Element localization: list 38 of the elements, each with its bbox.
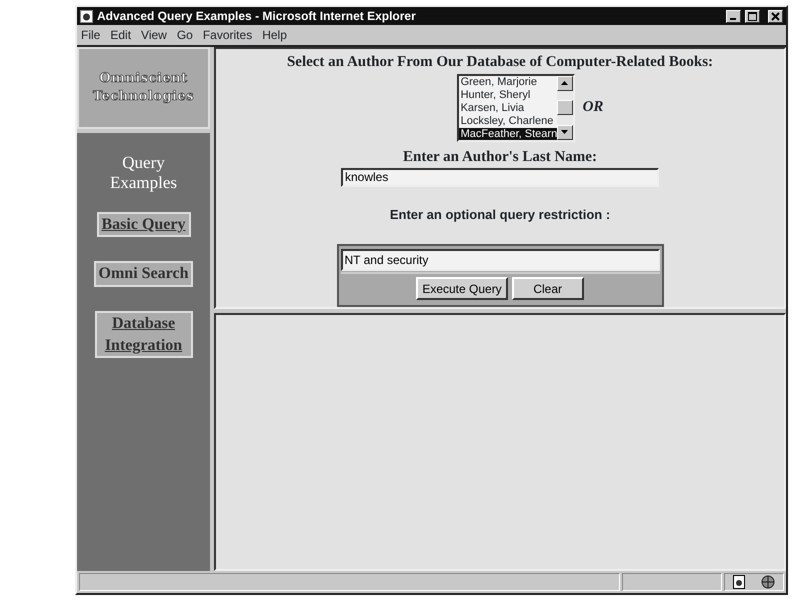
author-prompt: Select an Author From Our Database of Computer-Related Books:: [286, 53, 714, 72]
close-button[interactable]: [768, 10, 783, 22]
menu-item[interactable]: Favorites: [202, 26, 252, 44]
list-option[interactable]: Green, Marjorie: [458, 76, 557, 88]
minimize-icon: [730, 18, 736, 20]
execute-button[interactable]: Execute Query: [416, 277, 508, 300]
menu-item[interactable]: Help: [262, 26, 287, 44]
last-name-label: Enter an Author's Last Name:: [403, 148, 597, 166]
page-icon: [732, 575, 744, 589]
author-listbox[interactable]: Green, Marjorie Hunter, Sheryl Karsen, Livia Locksley, Charlene MacFeather, Stearn: [456, 74, 575, 142]
nav-link[interactable]: Database Integration: [94, 310, 192, 358]
browser-icon: [80, 10, 93, 22]
nav-link[interactable]: Basic Query: [96, 212, 190, 238]
nav-link[interactable]: Omni Search: [94, 261, 194, 287]
restriction-label: Enter an optional query restriction :: [390, 206, 610, 224]
scroll-up-icon: [561, 81, 568, 85]
or-label: OR: [582, 98, 604, 118]
list-option[interactable]: Karsen, Livia: [458, 102, 557, 114]
logo-text: Omniscient: [99, 70, 188, 88]
last-name-field[interactable]: knowles: [341, 168, 659, 186]
maximize-icon: [747, 12, 758, 20]
list-option[interactable]: Locksley, Charlene: [458, 114, 557, 128]
close-icon: [770, 12, 781, 20]
maximize-button[interactable]: [745, 10, 760, 22]
list-option[interactable]: Hunter, Sheryl: [458, 88, 557, 102]
menu-item[interactable]: Edit: [110, 26, 132, 44]
menu-item[interactable]: View: [141, 26, 167, 44]
scrollbar[interactable]: [556, 76, 573, 140]
clear-button[interactable]: Clear: [512, 277, 584, 300]
list-option[interactable]: MacFeather, Stearn: [458, 128, 557, 140]
menu-item[interactable]: Go: [176, 26, 193, 44]
logo-text: Technologies: [92, 88, 194, 106]
window-title: Advanced Query Examples - Microsoft Internet Explorer: [97, 8, 417, 25]
menu-item[interactable]: File: [81, 26, 100, 44]
minimize-button[interactable]: [726, 10, 741, 22]
sidebar-heading: Query Examples: [108, 153, 178, 194]
restriction-field[interactable]: NT and security: [340, 249, 660, 271]
scroll-down-icon: [561, 130, 568, 134]
